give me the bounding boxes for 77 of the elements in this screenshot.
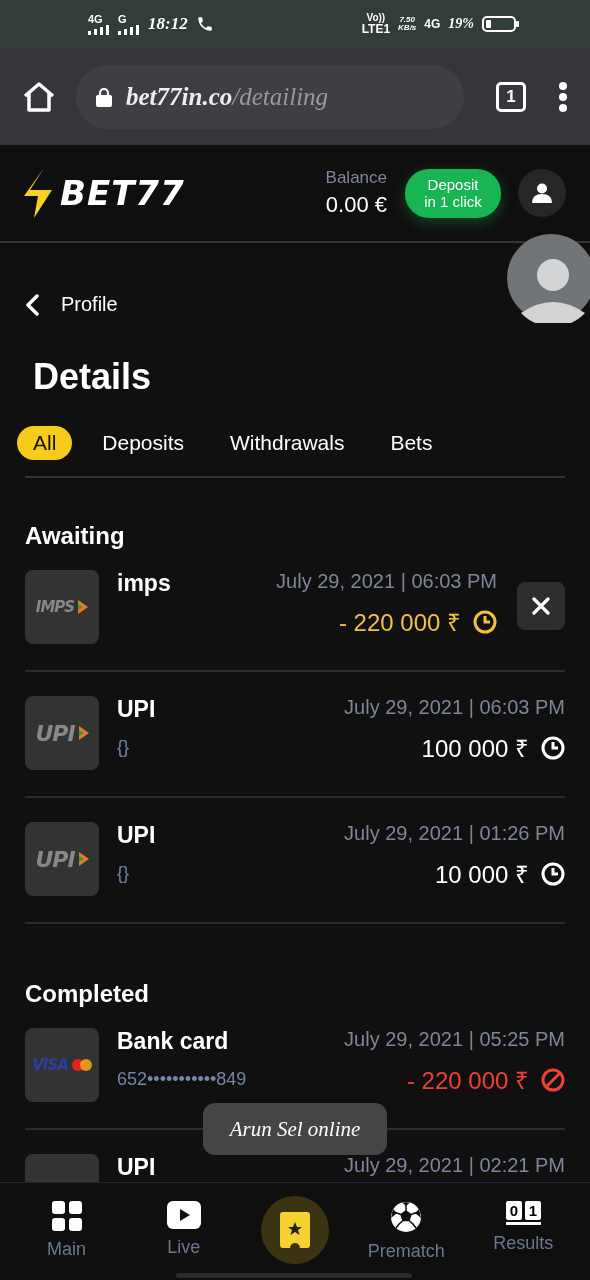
arrow-icon bbox=[78, 852, 89, 866]
arrow-icon bbox=[78, 726, 89, 740]
phone-icon bbox=[195, 15, 214, 33]
toast-message: Arun Sel online bbox=[203, 1103, 387, 1155]
filter-tab[interactable]: All bbox=[17, 426, 73, 460]
method-name: Bank card bbox=[117, 1028, 230, 1055]
method-name: UPI bbox=[117, 822, 157, 849]
method-detail: {} bbox=[117, 737, 131, 758]
user-icon bbox=[532, 183, 552, 203]
section-heading: Awaiting bbox=[25, 522, 126, 550]
transaction-row[interactable]: UPI UPI {} July 29, 2021 | 06:03 PM 100 000 ₹ bbox=[25, 672, 565, 798]
section-heading: Completed bbox=[25, 980, 150, 1008]
battery-level: 19% bbox=[448, 16, 474, 32]
close-icon bbox=[532, 597, 550, 615]
tab-count-button[interactable]: 1 bbox=[496, 81, 526, 112]
speed-value: 7.50 bbox=[399, 16, 415, 24]
play-icon bbox=[166, 1201, 201, 1229]
page-title: Details bbox=[33, 356, 153, 398]
home-icon[interactable] bbox=[22, 80, 56, 113]
network-label: Vo)) bbox=[366, 13, 386, 23]
back-chevron-icon bbox=[25, 293, 39, 316]
filter-tab[interactable]: Withdrawals bbox=[214, 426, 361, 460]
transaction-date: July 29, 2021 | 02:21 PM bbox=[344, 1154, 565, 1177]
method-detail: {} bbox=[117, 863, 131, 884]
nav-item[interactable]: Main bbox=[26, 1183, 107, 1260]
transaction-date: July 29, 2021 | 06:03 PM bbox=[276, 570, 497, 593]
network-label: LTE1 bbox=[361, 23, 391, 35]
lightning-icon bbox=[24, 168, 54, 218]
ticket-icon bbox=[279, 1212, 310, 1248]
address-bar[interactable]: bet77in.co/detailing bbox=[76, 64, 464, 129]
arrow-icon bbox=[78, 600, 89, 614]
url-text: bet77in.co/detailing bbox=[126, 82, 329, 111]
back-link[interactable]: Profile bbox=[25, 293, 118, 316]
method-name: UPI bbox=[117, 696, 157, 723]
balance-label: Balance bbox=[325, 168, 387, 188]
transaction-amount: 10 000 ₹ bbox=[434, 860, 529, 890]
method-name: UPI bbox=[117, 1154, 157, 1181]
transaction-amount: - 220 000 ₹ bbox=[338, 608, 461, 638]
logo-text: VISA bbox=[32, 1056, 68, 1074]
transaction-amount: - 220 000 ₹ bbox=[406, 1066, 529, 1096]
network-label: 4G bbox=[88, 13, 103, 25]
network-label: G bbox=[118, 13, 127, 25]
method-name: imps bbox=[117, 570, 172, 597]
transaction-date: July 29, 2021 | 01:26 PM bbox=[344, 822, 565, 845]
logo-text: UPI bbox=[35, 846, 75, 872]
cancel-button[interactable] bbox=[517, 582, 565, 630]
more-icon[interactable] bbox=[558, 81, 568, 112]
speed-unit: KB/s bbox=[398, 24, 417, 32]
clock-time: 18:12 bbox=[148, 14, 188, 34]
nav-item[interactable]: Live bbox=[143, 1183, 224, 1258]
logo-text: UPI bbox=[35, 720, 75, 746]
clock-icon bbox=[541, 735, 565, 760]
method-detail: 652•••••••••••849 bbox=[117, 1069, 248, 1090]
nav-item[interactable]: Prematch bbox=[366, 1183, 447, 1262]
nav-item[interactable]: 0 1 Results bbox=[483, 1183, 564, 1254]
balance-value: 0.00 € bbox=[325, 192, 387, 218]
avatar[interactable] bbox=[506, 233, 590, 323]
transaction-date: July 29, 2021 | 05:25 PM bbox=[344, 1028, 565, 1051]
brand-logo[interactable]: BET77 bbox=[60, 173, 185, 213]
signal-icon bbox=[88, 24, 110, 35]
soccer-ball-icon bbox=[390, 1201, 423, 1233]
transaction-row[interactable]: UPI UPI {} July 29, 2021 | 01:26 PM 10 000 ₹ bbox=[25, 798, 565, 924]
battery-icon bbox=[482, 15, 520, 33]
filter-tab[interactable]: Deposits bbox=[86, 426, 201, 460]
card-circles-icon bbox=[71, 1058, 92, 1072]
grid-icon bbox=[51, 1201, 82, 1231]
lock-icon bbox=[96, 86, 112, 107]
filter-tab[interactable]: Bets bbox=[374, 426, 449, 460]
logo-text: IMPS bbox=[35, 598, 75, 616]
blocked-icon bbox=[541, 1067, 565, 1092]
clock-icon bbox=[473, 609, 497, 634]
transaction-amount: 100 000 ₹ bbox=[421, 734, 529, 764]
transaction-date: July 29, 2021 | 06:03 PM bbox=[344, 696, 565, 719]
signal-icon bbox=[118, 24, 140, 35]
clock-icon bbox=[541, 861, 565, 886]
account-button[interactable] bbox=[518, 169, 566, 217]
network-label: 4G bbox=[424, 17, 441, 31]
